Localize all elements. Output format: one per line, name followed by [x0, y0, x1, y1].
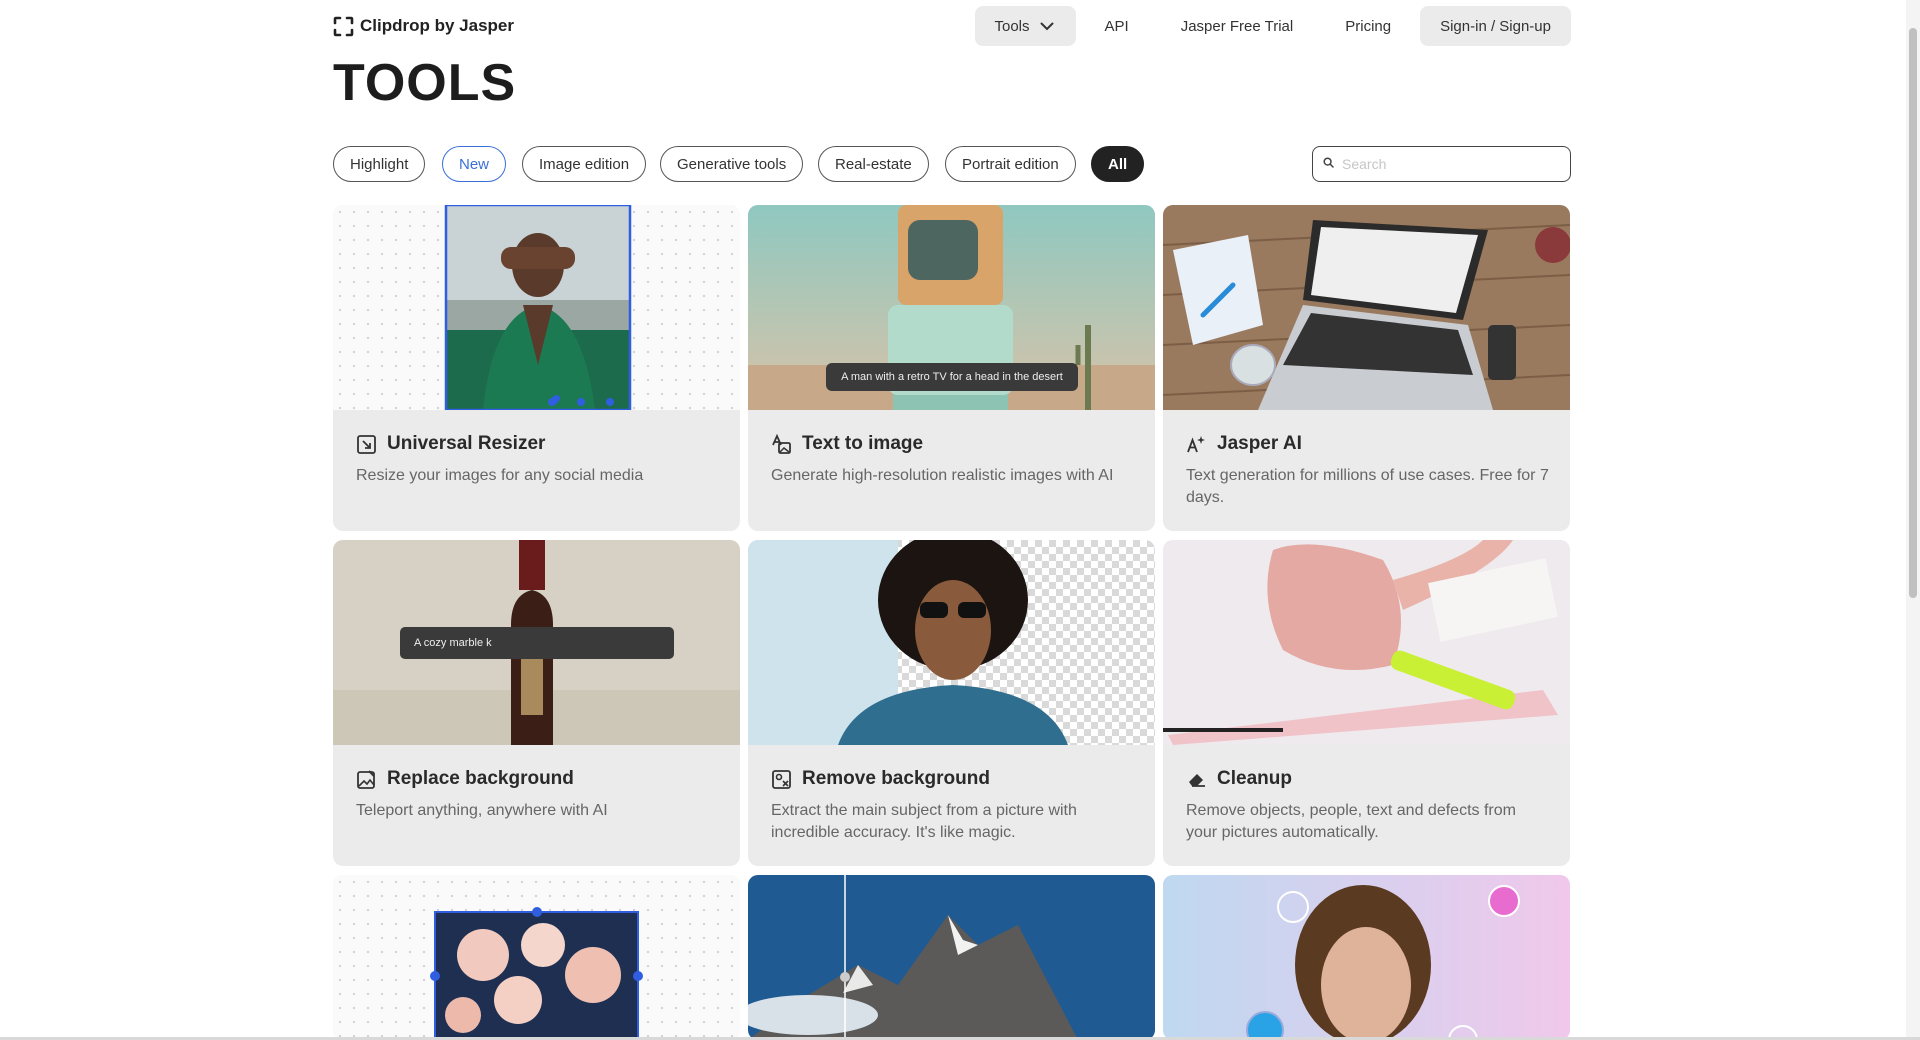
resize-icon	[356, 434, 377, 455]
filter-generative-tools[interactable]: Generative tools	[660, 146, 804, 182]
search-input[interactable]	[1342, 156, 1562, 172]
mountain-illustration	[748, 875, 1155, 1040]
tool-card-remove-background[interactable]: Remove background Extract the main subje…	[748, 540, 1155, 866]
card-description: Resize your images for any social media	[356, 467, 644, 484]
card-title-text: Cleanup	[1217, 768, 1292, 789]
cleanup-illustration	[1163, 540, 1570, 745]
card-thumbnail	[1163, 205, 1570, 410]
card-thumbnail: A man with a retro TV for a head in the …	[748, 205, 1155, 410]
page-scrollbar[interactable]	[1906, 0, 1920, 1040]
prompt-overlay: A man with a retro TV for a head in the …	[826, 363, 1078, 391]
search-icon	[1323, 155, 1334, 173]
tool-card-partial-mountain[interactable]	[748, 875, 1155, 1040]
filter-all[interactable]: All	[1091, 146, 1145, 182]
card-thumbnail	[748, 875, 1155, 1040]
jasper-illustration	[1163, 205, 1570, 410]
card-description: Text generation for millions of use case…	[1186, 467, 1549, 506]
nav-api-link[interactable]: API	[1082, 6, 1152, 46]
filter-real-estate[interactable]: Real-estate	[818, 146, 929, 182]
nav-tools-dropdown[interactable]: Tools	[974, 6, 1076, 46]
card-thumbnail: A cozy marble k	[333, 540, 740, 745]
card-description: Remove objects, people, text and defects…	[1186, 802, 1516, 841]
brand-name: Clipdrop by Jasper	[360, 16, 514, 35]
resizer-illustration	[444, 205, 632, 410]
brand-logo[interactable]: Clipdrop by Jasper	[333, 16, 514, 37]
sparkle-text-icon	[1186, 434, 1207, 455]
card-title-text: Text to image	[802, 433, 924, 454]
tool-card-partial-flowers[interactable]	[333, 875, 740, 1040]
card-title-text: Jasper AI	[1217, 433, 1302, 454]
card-title: Jasper AI	[1186, 433, 1302, 455]
clipdrop-logo-icon	[333, 16, 354, 37]
flowers-illustration	[430, 907, 643, 1040]
main-container: Clipdrop by Jasper Tools API Jasper Free…	[333, 0, 1571, 1040]
nav-pricing-link[interactable]: Pricing	[1322, 6, 1414, 46]
top-header: Clipdrop by Jasper Tools API Jasper Free…	[333, 0, 1571, 52]
card-description: Teleport anything, anywhere with AI	[356, 802, 608, 819]
page-title: TOOLS	[333, 54, 517, 112]
tool-card-replace-background[interactable]: A cozy marble k Replace background Telep…	[333, 540, 740, 866]
card-title: Cleanup	[1186, 768, 1292, 790]
tool-card-cleanup[interactable]: Cleanup Remove objects, people, text and…	[1163, 540, 1570, 866]
card-thumbnail	[1163, 875, 1570, 1040]
filter-highlight[interactable]: Highlight	[333, 146, 426, 182]
card-title-text: Remove background	[802, 768, 990, 789]
filter-portrait-edition[interactable]: Portrait edition	[945, 146, 1076, 182]
tool-card-partial-portrait[interactable]	[1163, 875, 1570, 1040]
card-title: Replace background	[356, 768, 574, 790]
card-thumbnail	[748, 540, 1155, 745]
card-title: Remove background	[771, 768, 990, 790]
signin-button[interactable]: Sign-in / Sign-up	[1420, 6, 1571, 46]
tool-card-text-to-image[interactable]: A man with a retro TV for a head in the …	[748, 205, 1155, 531]
nav-trial-link[interactable]: Jasper Free Trial	[1158, 6, 1317, 46]
replace-background-icon	[356, 769, 377, 790]
top-nav: Tools API Jasper Free Trial Pricing Sign…	[974, 6, 1571, 46]
page: Clipdrop by Jasper Tools API Jasper Free…	[0, 0, 1920, 1040]
portrait-illustration	[1163, 875, 1570, 1040]
card-title-text: Universal Resizer	[387, 433, 546, 454]
chevron-down-icon	[1040, 18, 1054, 35]
card-thumbnail	[333, 875, 740, 1040]
card-title: Text to image	[771, 433, 923, 455]
prompt-overlay: A cozy marble k	[400, 627, 674, 659]
filter-new[interactable]: New	[442, 146, 507, 182]
remove-background-illustration	[748, 540, 1068, 745]
tool-card-universal-resizer[interactable]: Universal Resizer Resize your images for…	[333, 205, 740, 531]
remove-background-icon	[771, 769, 792, 790]
card-description: Extract the main subject from a picture …	[771, 802, 1077, 841]
nav-tools-label: Tools	[994, 17, 1030, 35]
filter-bar: Highlight New Image edition Generative t…	[333, 146, 1571, 182]
card-thumbnail	[1163, 540, 1570, 745]
tool-card-jasper-ai[interactable]: Jasper AI Text generation for millions o…	[1163, 205, 1570, 531]
card-title: Universal Resizer	[356, 433, 545, 455]
text-to-image-icon	[771, 433, 792, 455]
scrollbar-thumb[interactable]	[1909, 28, 1917, 598]
search-box[interactable]	[1312, 146, 1571, 182]
card-description: Generate high-resolution realistic image…	[771, 467, 1114, 484]
card-thumbnail	[333, 205, 740, 410]
filter-image-edition[interactable]: Image edition	[522, 146, 647, 182]
eraser-icon	[1186, 769, 1207, 790]
card-title-text: Replace background	[387, 768, 574, 789]
